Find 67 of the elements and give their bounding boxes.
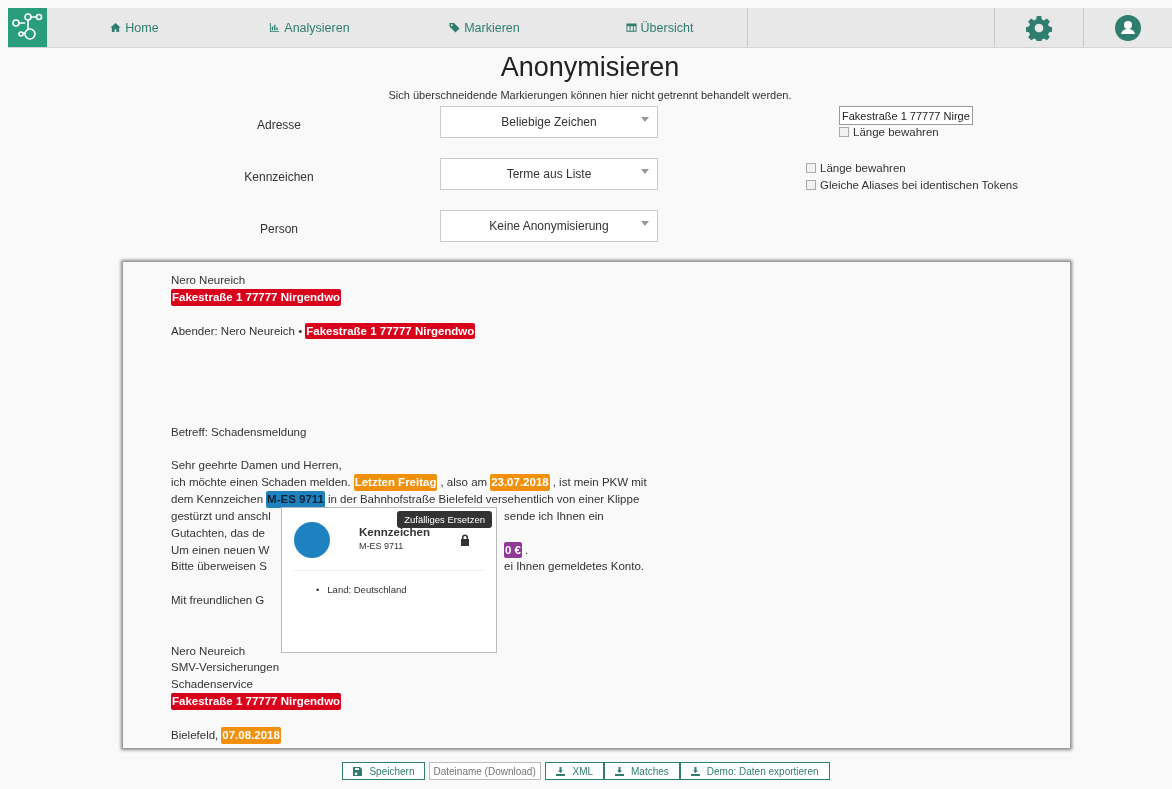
toolbar-button[interactable]: Demo: Daten exportieren <box>679 762 830 780</box>
method-dropdown[interactable]: Terme aus Liste <box>440 158 658 190</box>
option-checkbox[interactable]: Länge bewahren <box>839 126 1106 138</box>
letter-text: sende ich Ihnen ein <box>504 508 604 524</box>
letter-text: , ist mein PKW mit <box>552 475 647 491</box>
letter-text: gestürzt und anschl <box>171 508 271 524</box>
tooltip: Zufälliges Ersetzen <box>397 511 492 528</box>
option-checkbox[interactable]: Gleiche Aliases bei identischen Tokens <box>806 179 1106 191</box>
toolbar-button[interactable]: Matches <box>604 762 680 780</box>
method-dropdown[interactable]: Keine Anonymisierung <box>440 210 658 242</box>
entity-value: M-ES 9711 <box>359 541 405 551</box>
letter-text: Gutachten, das de <box>171 525 265 541</box>
replacement-field[interactable]: Fakestraße 1 77777 Nirge <box>839 106 973 125</box>
entity-label: Adresse <box>257 118 301 132</box>
caret-icon <box>641 169 649 174</box>
letter-text: Bitte überweisen S <box>171 559 267 575</box>
nav-link[interactable]: Home <box>47 8 222 47</box>
letter-text: ich möchte einen Schaden melden. <box>171 475 351 491</box>
download-icon <box>690 766 700 776</box>
nav-link[interactable]: Übersicht <box>572 8 747 47</box>
table-icon <box>625 22 637 33</box>
letter-text: Nero Neureich <box>171 643 246 659</box>
bar-chart-icon <box>269 22 281 33</box>
letter-text: Betreff: Schadensmeldung <box>171 424 307 440</box>
letter-text: Mit freundlichen G <box>171 593 265 609</box>
user-icon[interactable] <box>1115 14 1141 41</box>
letter-text: Abender: Nero Neureich • <box>171 323 303 339</box>
letter-text: ei Ihnen gemeldetes Konto. <box>504 559 645 575</box>
letter-text: dem Kennzeichen <box>171 491 264 507</box>
toolbar-button[interactable]: XML <box>545 762 605 780</box>
filename-field[interactable]: Dateiname (Download) <box>429 762 542 780</box>
letter-text: SMV-Versicherungen <box>171 660 280 676</box>
toolbar-button[interactable]: Speichern <box>342 762 426 780</box>
letter-text: Bielefeld, <box>171 727 219 743</box>
letter-text: Sehr geehrte Damen und Herren, <box>171 458 342 474</box>
letter-text: Um einen neuen W <box>171 542 270 558</box>
entity-highlight[interactable]: Fakestraße 1 77777 Nirgendwo <box>305 322 476 340</box>
entity-label: Person <box>260 222 298 236</box>
method-dropdown[interactable]: Beliebige Zeichen <box>440 106 658 138</box>
download-icon <box>615 766 625 776</box>
letter-text: . <box>525 542 529 558</box>
entity-label: Kennzeichen <box>244 170 314 184</box>
option-checkbox[interactable]: Länge bewahren <box>806 162 1106 174</box>
page-subtitle: Sich überschneidende Markierungen können hier nicht getrennt behandelt werden. <box>387 89 793 101</box>
entity-highlight[interactable]: M-ES 9711 <box>266 490 325 508</box>
letter-text: , also am <box>440 475 488 491</box>
nav-link[interactable]: Markieren <box>397 8 572 47</box>
letter-text: in der Bahnhofstraße Bielefeld versehentlich von einer Klippe <box>327 491 640 507</box>
tag-icon <box>449 22 461 33</box>
letter-text: Nero Neureich <box>171 273 246 288</box>
entity-highlight[interactable]: Fakestraße 1 77777 Nirgendwo <box>171 693 342 710</box>
caret-icon <box>641 221 649 226</box>
caret-icon <box>641 117 649 122</box>
entity-attribute: Land: Deutschland <box>327 583 407 596</box>
lock-icon[interactable] <box>460 534 470 546</box>
logo-icon[interactable] <box>8 8 47 47</box>
entity-highlight[interactable]: Fakestraße 1 77777 Nirgendwo <box>171 288 342 306</box>
letter-text: Schadenservice <box>171 677 253 693</box>
nav-link[interactable]: Analysieren <box>222 8 397 47</box>
save-icon <box>353 766 363 776</box>
settings-icon[interactable] <box>1026 14 1052 41</box>
download-icon <box>556 766 566 776</box>
bullet: • <box>316 583 320 596</box>
page-title: Anonymisieren <box>499 52 681 83</box>
entity-highlight[interactable]: 0 € <box>504 541 522 559</box>
home-icon <box>110 22 122 33</box>
entity-type: Kennzeichen <box>359 526 430 538</box>
